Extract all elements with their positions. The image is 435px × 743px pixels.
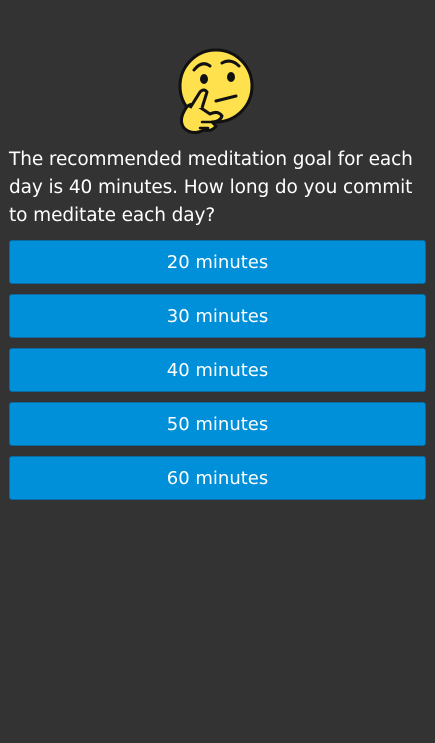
option-30-minutes-button[interactable]: 30 minutes — [9, 294, 426, 338]
thinking-face-icon — [176, 46, 260, 138]
option-50-minutes-button[interactable]: 50 minutes — [9, 402, 426, 446]
meditation-goal-screen: The recommended meditation goal for each… — [0, 0, 435, 743]
option-60-minutes-button[interactable]: 60 minutes — [9, 456, 426, 500]
question-text: The recommended meditation goal for each… — [9, 149, 413, 226]
option-20-minutes-button[interactable]: 20 minutes — [9, 240, 426, 284]
option-40-minutes-button[interactable]: 40 minutes — [9, 348, 426, 392]
answer-options: 20 minutes 30 minutes 40 minutes 50 minu… — [9, 240, 426, 510]
